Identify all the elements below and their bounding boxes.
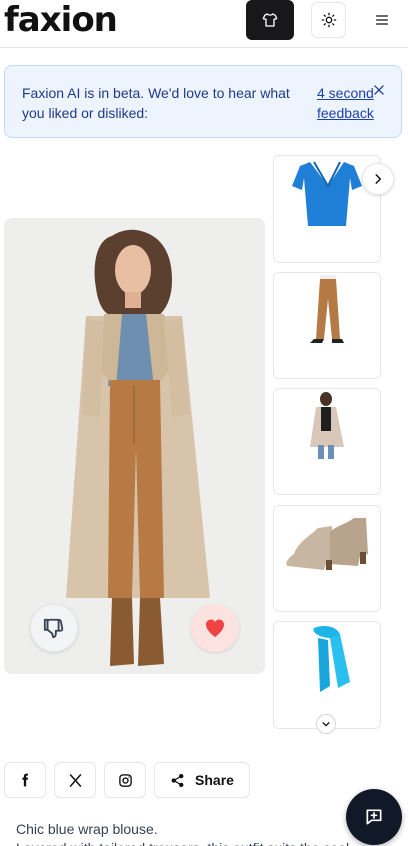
share-button-label: Share — [195, 772, 234, 788]
outfit-button[interactable] — [246, 0, 294, 40]
blue-scarf-image — [313, 626, 350, 692]
thumbs-down-icon — [43, 618, 64, 639]
hamburger-menu-icon — [376, 15, 388, 25]
thumbnail-boots[interactable] — [273, 505, 381, 612]
chat-add-icon — [366, 809, 382, 825]
outfit-description-title: Chic blue wrap blouse. — [16, 821, 158, 837]
chevron-right-icon — [375, 174, 382, 184]
banner-close-button[interactable] — [369, 80, 389, 100]
share-icon — [171, 773, 184, 787]
menu-button[interactable] — [364, 0, 400, 40]
beta-feedback-banner: Faxion AI is in beta. We'd love to hear … — [4, 65, 402, 138]
outfit-description-body: Layered with tailored trousers, this out… — [16, 838, 396, 846]
close-icon — [374, 85, 384, 95]
brown-trousers-image — [310, 275, 344, 343]
dislike-button[interactable] — [30, 604, 78, 652]
banner-message: Faxion AI is in beta. We'd love to hear … — [22, 85, 290, 121]
facebook-icon — [22, 773, 29, 787]
x-icon — [69, 773, 81, 787]
share-facebook-button[interactable] — [4, 762, 46, 798]
thumbnail-coat-outfit[interactable] — [273, 388, 381, 495]
logo[interactable]: faxion — [4, 0, 118, 40]
theme-toggle-button[interactable] — [311, 2, 346, 38]
ankle-boots-image — [286, 518, 368, 570]
thumbnails-next-button[interactable] — [362, 163, 394, 195]
share-button[interactable]: Share — [154, 762, 250, 798]
thumbnails-scroll-down-button[interactable] — [316, 714, 336, 734]
coat-outfit-image — [310, 392, 344, 459]
like-button[interactable] — [191, 604, 239, 652]
share-x-button[interactable] — [54, 762, 96, 798]
sun-icon — [321, 12, 336, 28]
app-header: faxion — [0, 0, 408, 48]
shirt-icon — [262, 13, 278, 27]
chat-button[interactable] — [346, 789, 402, 845]
instagram-icon — [118, 773, 132, 787]
heart-icon — [206, 619, 224, 637]
chevron-down-icon — [322, 722, 330, 727]
thumbnail-trousers[interactable] — [273, 272, 381, 379]
share-instagram-button[interactable] — [104, 762, 146, 798]
thumbnail-scarf[interactable] — [273, 621, 381, 729]
